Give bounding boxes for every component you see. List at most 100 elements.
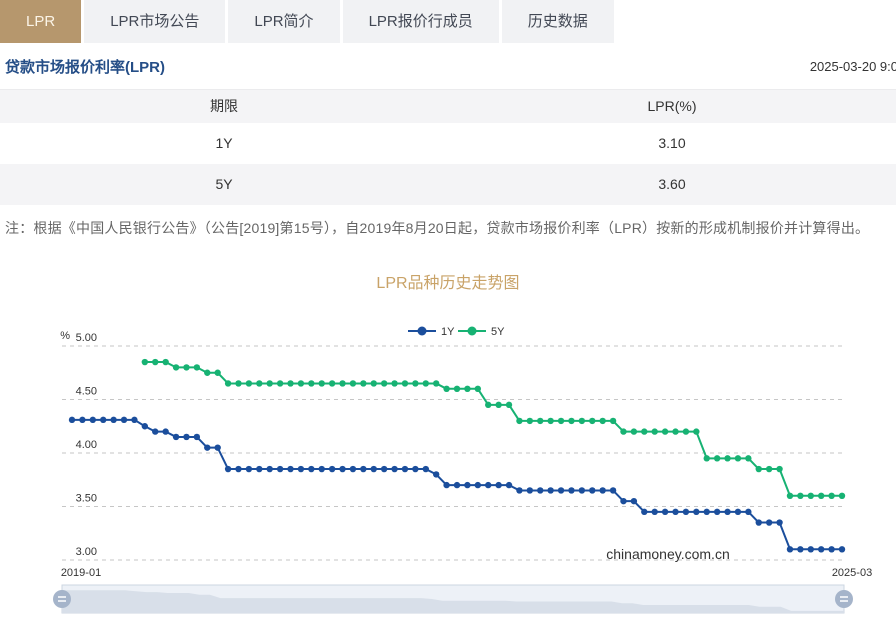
term-1y: 1Y	[0, 123, 448, 164]
data-point	[110, 417, 116, 423]
y-tick-label: 4.00	[76, 439, 97, 451]
data-point	[537, 487, 543, 493]
tab-lpr-quoting-banks[interactable]: LPR报价行成员	[343, 0, 499, 43]
data-point	[704, 455, 710, 461]
data-point	[287, 380, 293, 386]
data-point	[776, 519, 782, 525]
data-point	[402, 380, 408, 386]
column-header-term: 期限	[0, 90, 448, 123]
data-point	[714, 509, 720, 515]
data-point	[79, 417, 85, 423]
data-point	[381, 380, 387, 386]
data-point	[506, 402, 512, 408]
data-point	[683, 509, 689, 515]
data-point	[485, 402, 491, 408]
rate-1y: 3.10	[448, 123, 896, 164]
data-point	[662, 428, 668, 434]
data-point	[142, 359, 148, 365]
data-point	[506, 482, 512, 488]
data-point	[433, 471, 439, 477]
tab-lpr-market-announcements[interactable]: LPR市场公告	[84, 0, 225, 43]
data-point	[766, 519, 772, 525]
data-point	[631, 498, 637, 504]
data-point	[204, 444, 210, 450]
data-point	[256, 380, 262, 386]
data-point	[319, 466, 325, 472]
data-point	[454, 386, 460, 392]
data-point	[527, 487, 533, 493]
watermark: chinamoney.com.cn	[606, 546, 729, 562]
data-point	[246, 466, 252, 472]
data-point	[214, 444, 220, 450]
tab-historical-data[interactable]: 历史数据	[502, 0, 614, 43]
data-point	[225, 466, 231, 472]
legend-marker-1y	[418, 327, 427, 336]
data-point	[839, 493, 845, 499]
handle-grip-circle	[835, 590, 853, 608]
data-point	[652, 509, 658, 515]
data-point	[381, 466, 387, 472]
y-axis-unit-label: %	[60, 330, 70, 342]
data-point	[516, 487, 522, 493]
datazoom-slider[interactable]	[53, 585, 853, 613]
quote-date: 2025-03-20 9:0	[810, 59, 896, 74]
tab-lpr[interactable]: LPR	[0, 0, 81, 43]
data-point	[360, 380, 366, 386]
data-point	[246, 380, 252, 386]
footnote: 注：根据《中国人民银行公告》（公告[2019]第15号），自2019年8月20日…	[5, 218, 896, 238]
column-header-lpr: LPR(%)	[448, 90, 896, 123]
data-point	[787, 546, 793, 552]
tab-lpr-introduction[interactable]: LPR简介	[228, 0, 339, 43]
data-point	[631, 428, 637, 434]
data-point	[350, 380, 356, 386]
data-point	[693, 428, 699, 434]
data-point	[267, 380, 273, 386]
data-point	[194, 434, 200, 440]
data-point	[756, 466, 762, 472]
data-point	[235, 466, 241, 472]
data-point	[121, 417, 127, 423]
data-point	[724, 509, 730, 515]
datazoom-left-handle[interactable]	[53, 590, 71, 608]
x-axis-label-end: 2025-03	[832, 567, 872, 579]
data-point	[454, 482, 460, 488]
data-point	[371, 380, 377, 386]
data-point	[464, 386, 470, 392]
data-point	[256, 466, 262, 472]
table-header-row: 期限 LPR(%)	[0, 89, 896, 123]
data-point	[568, 487, 574, 493]
data-point	[568, 418, 574, 424]
data-point	[724, 455, 730, 461]
data-point	[745, 455, 751, 461]
data-point	[828, 546, 834, 552]
data-point	[745, 509, 751, 515]
x-axis-labels: 2019-01 2025-03	[61, 567, 872, 579]
data-point	[433, 380, 439, 386]
data-point	[485, 482, 491, 488]
handle-grip-circle	[53, 590, 71, 608]
data-point	[641, 509, 647, 515]
data-point	[620, 428, 626, 434]
data-point	[69, 417, 75, 423]
data-point	[693, 509, 699, 515]
lpr-page: LPR LPR市场公告 LPR简介 LPR报价行成员 历史数据 贷款市场报价利率…	[0, 0, 896, 632]
data-point	[704, 509, 710, 515]
data-point	[797, 493, 803, 499]
data-point	[214, 370, 220, 376]
y-axis-grid: 5.004.504.003.503.00	[62, 332, 843, 560]
legend-item-1y[interactable]: 1Y	[408, 326, 455, 338]
data-point	[308, 466, 314, 472]
data-point	[423, 380, 429, 386]
legend-item-5y[interactable]: 5Y	[458, 326, 505, 338]
data-point	[204, 370, 210, 376]
y-tick-label: 4.50	[76, 386, 97, 398]
data-point	[329, 380, 335, 386]
data-point	[610, 487, 616, 493]
data-point	[776, 466, 782, 472]
table-row-1y: 1Y 3.10	[0, 123, 896, 164]
data-point	[495, 482, 501, 488]
data-point	[443, 386, 449, 392]
datazoom-right-handle[interactable]	[835, 590, 853, 608]
legend-label-5y: 5Y	[491, 326, 505, 338]
x-axis-label-start: 2019-01	[61, 567, 101, 579]
